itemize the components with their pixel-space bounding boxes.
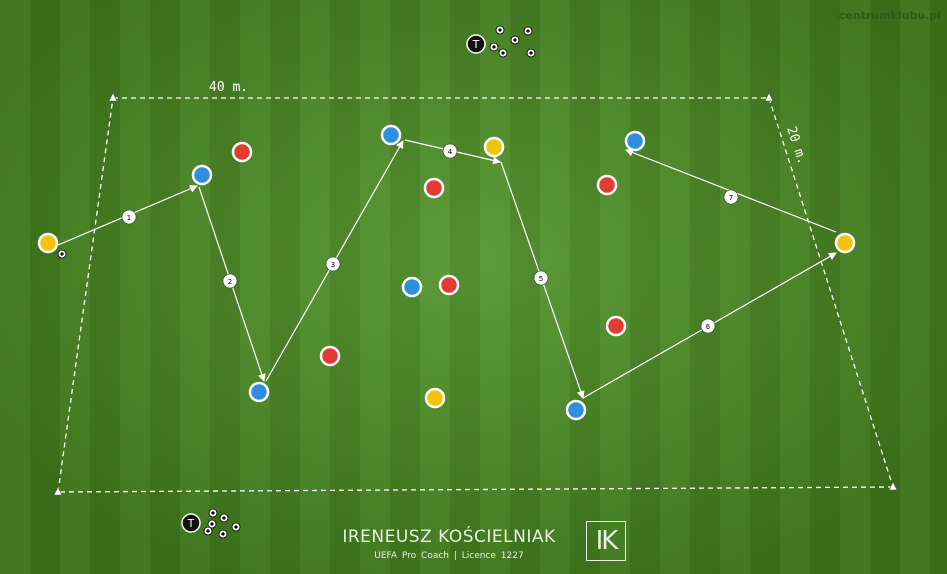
player-blue — [248, 381, 270, 403]
coach-marker-bottom: T — [181, 513, 201, 533]
drill-diagram: 40 m. 20 m. 1 2 3 4 5 6 7 T T — [37, 25, 898, 539]
ball-icon — [523, 26, 533, 36]
player-red — [319, 345, 341, 367]
player-blue — [380, 124, 402, 146]
pass-badge: 3 — [325, 256, 341, 272]
player-red — [438, 274, 460, 296]
coach-marker-top: T — [466, 34, 486, 54]
ball-icon — [219, 513, 229, 523]
player-red — [605, 315, 627, 337]
pass-badge: 5 — [533, 270, 549, 286]
player-red — [231, 141, 253, 163]
ball-icon — [208, 508, 218, 518]
cone-icon — [53, 486, 63, 496]
ball-icon — [495, 25, 505, 35]
dimension-width-label: 40 m. — [209, 80, 248, 95]
pass-number: 5 — [539, 275, 543, 283]
cone-icon — [764, 92, 774, 102]
pass-number: 3 — [331, 261, 335, 269]
ball-cluster-bottom — [203, 508, 241, 539]
players-blue — [191, 124, 646, 421]
pass-badge: 6 — [700, 318, 716, 334]
players-red — [231, 141, 627, 367]
player-yellow — [834, 232, 856, 254]
pass-badge: 2 — [222, 273, 238, 289]
corner-cones — [53, 92, 898, 496]
pass-badge: 7 — [723, 189, 739, 205]
ball-icon — [526, 48, 536, 58]
pass-arrows — [57, 139, 837, 399]
player-yellow — [424, 387, 446, 409]
field-boundary — [57, 97, 894, 493]
coach-branding: IRENEUSZ KOŚCIELNIAK UEFA Pro Coach | Li… — [318, 527, 580, 561]
ik-logo: IK — [586, 521, 626, 561]
ball-icon — [498, 48, 508, 58]
ball-icon — [231, 522, 241, 532]
ball-icon — [203, 526, 213, 536]
pass-number: 2 — [228, 278, 232, 286]
pitch: centrumklubu.pl 40 m. 20 m. 1 2 3 4 5 6 … — [0, 0, 947, 574]
dimension-height-label: 20 m. — [783, 125, 809, 167]
coach-label: T — [187, 517, 195, 530]
ball-cluster-top — [489, 25, 536, 58]
players-yellow — [37, 136, 856, 409]
ball-icon — [489, 42, 499, 52]
pass-number: 1 — [127, 214, 131, 222]
player-red — [423, 177, 445, 199]
player-yellow — [483, 136, 505, 158]
cone-icon — [108, 92, 118, 102]
coach-credentials: UEFA Pro Coach | Licence 1227 — [374, 551, 524, 561]
pass-number: 6 — [706, 323, 711, 331]
player-blue — [191, 164, 213, 186]
player-blue — [624, 130, 646, 152]
pass-number: 7 — [729, 194, 733, 202]
player-yellow — [37, 232, 59, 254]
player-red — [596, 174, 618, 196]
player-blue — [565, 399, 587, 421]
cone-icon — [888, 481, 898, 491]
player-blue — [401, 276, 423, 298]
ball-icon — [57, 249, 67, 259]
pass-badges: 1 2 3 4 5 6 7 — [121, 143, 739, 334]
ball-icon — [510, 35, 520, 45]
ball-icon — [218, 529, 228, 539]
pass-badge: 4 — [442, 143, 458, 159]
coach-label: T — [472, 38, 480, 51]
coach-name: IRENEUSZ KOŚCIELNIAK — [342, 527, 556, 547]
pass-badge: 1 — [121, 209, 137, 225]
pass-number: 4 — [448, 148, 453, 156]
